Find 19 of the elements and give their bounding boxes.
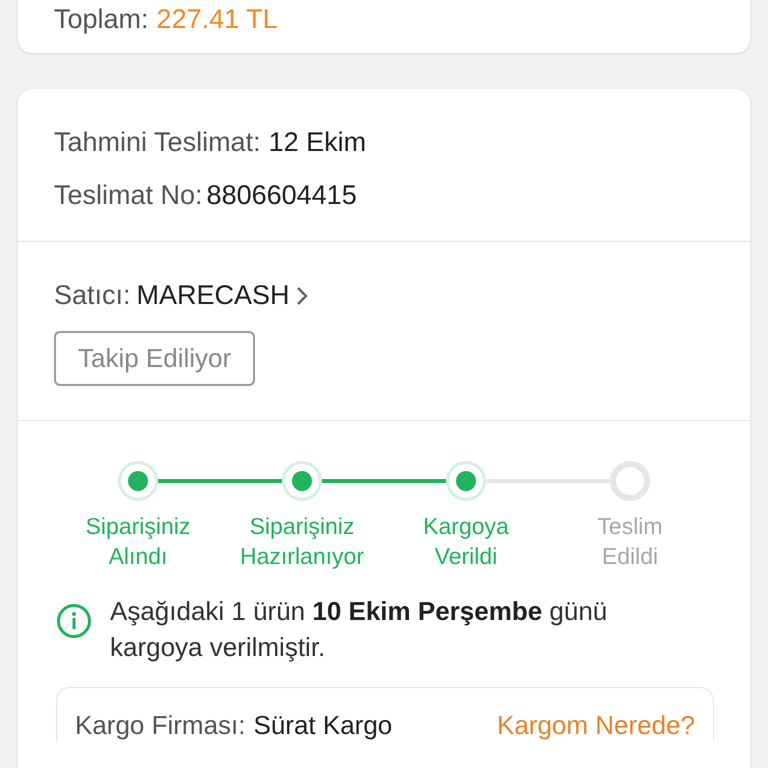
cargo-company-label: Kargo Firması:	[75, 710, 246, 741]
delivery-number: 8806604415	[206, 180, 357, 211]
total-value: 227.41 TL	[156, 4, 278, 35]
step-label: Teslim Edildi	[597, 512, 663, 571]
estimate-label: Tahmini Teslimat:	[54, 127, 261, 158]
total-label: Toplam:	[54, 4, 149, 35]
step-label: Siparişiniz Hazırlanıyor	[240, 512, 364, 571]
step-label: Kargoya Verildi	[423, 512, 509, 571]
info-icon	[56, 603, 92, 639]
estimate-value: 12 Ekim	[268, 127, 366, 158]
seller-name[interactable]: MARECASH	[136, 280, 290, 311]
chevron-right-icon	[296, 286, 308, 306]
shipping-info-text: Aşağıdaki 1 ürün 10 Ekim Perşembe günü kargoya verilmiştir.	[110, 595, 608, 664]
seller-label: Satıcı:	[54, 280, 131, 311]
where-is-my-cargo-link[interactable]: Kargom Nerede?	[497, 710, 695, 741]
delivery-number-label: Teslimat No:	[54, 180, 203, 211]
cargo-company: Sürat Kargo	[254, 710, 392, 741]
step-label: Siparişiniz Alındı	[86, 512, 190, 571]
following-button[interactable]: Takip Ediliyor	[54, 331, 256, 386]
